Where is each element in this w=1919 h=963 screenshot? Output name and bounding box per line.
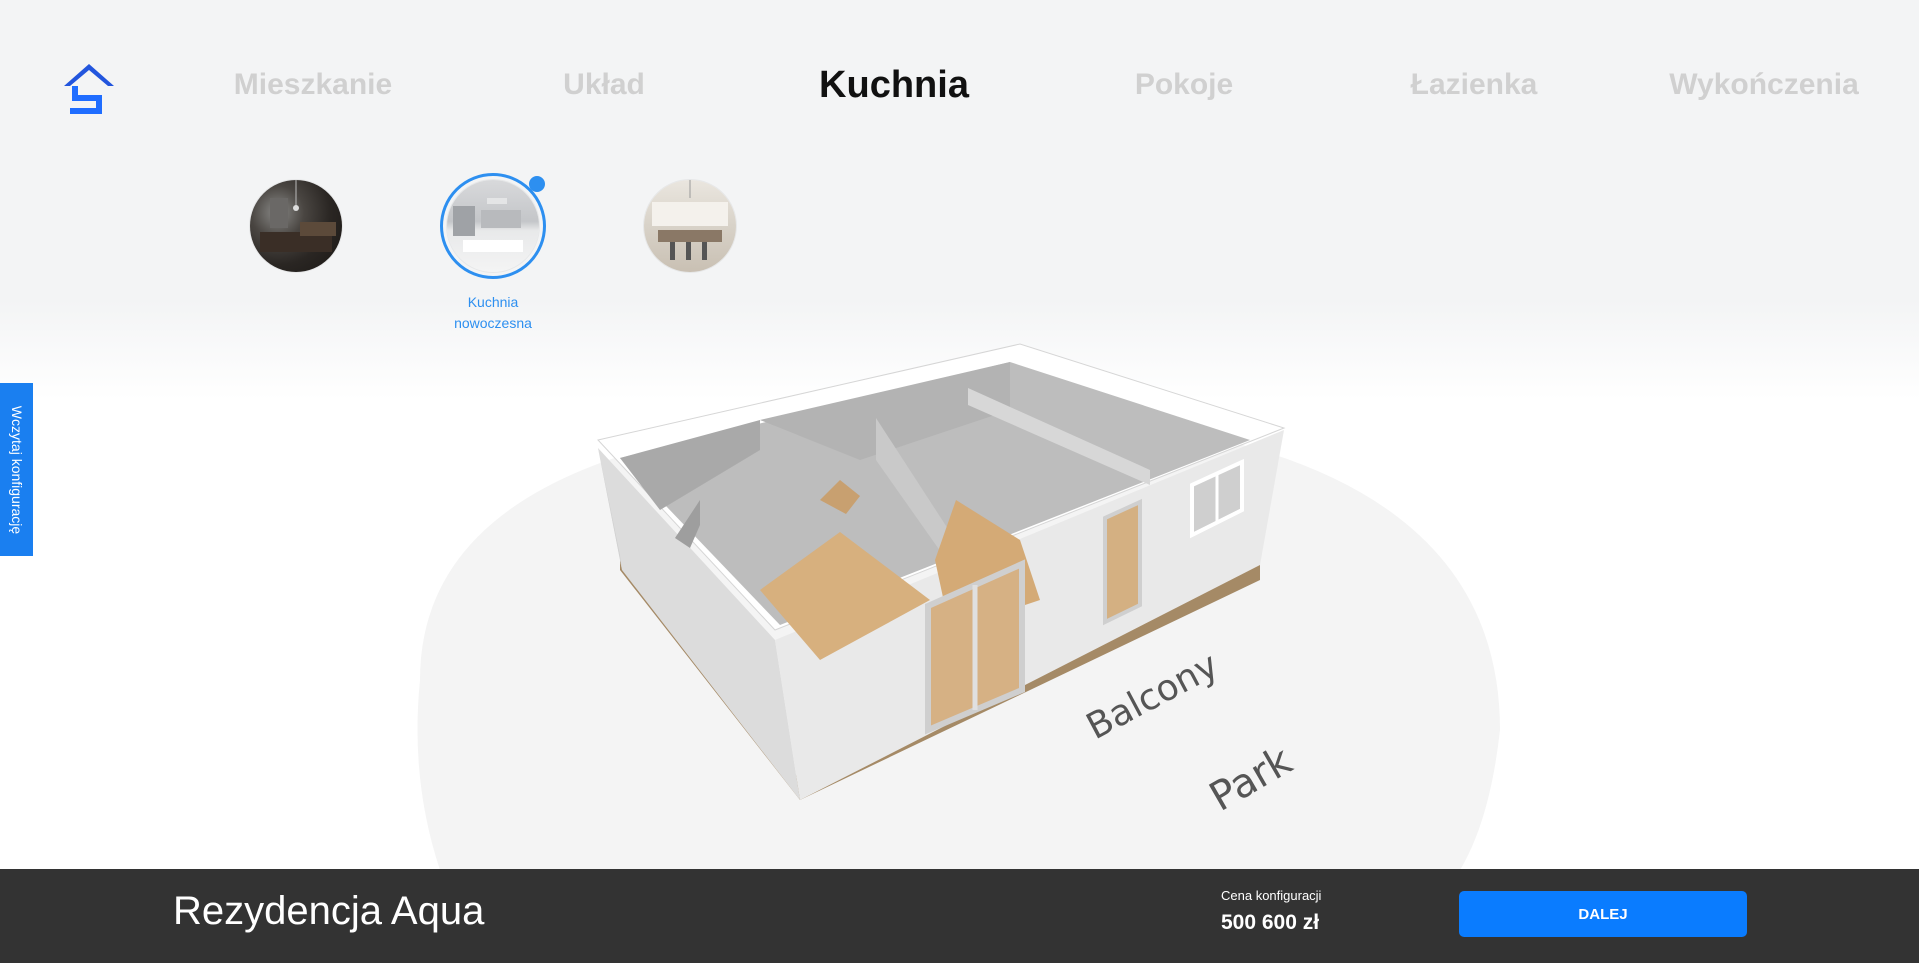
step-mieszkanie[interactable]: Mieszkanie [234,68,392,102]
apartment-3d-view[interactable]: Balcony Park [0,300,1919,870]
step-pokoje[interactable]: Pokoje [1135,68,1233,102]
kitchen-option-classic[interactable] [640,176,740,272]
room-door [1103,498,1142,626]
step-navigation: Mieszkanie Układ Kuchnia Pokoje Łazienka… [0,0,1919,180]
step-lazienka[interactable]: Łazienka [1411,68,1538,102]
next-button[interactable]: DALEJ [1459,891,1747,937]
kitchen-thumbnail-dark [250,180,342,272]
step-wykonczenia[interactable]: Wykończenia [1669,68,1859,102]
kitchen-option-dark[interactable] [246,176,346,272]
step-uklad[interactable]: Układ [563,68,645,102]
selected-indicator [529,176,545,192]
step-kuchnia[interactable]: Kuchnia [819,64,969,107]
project-name: Rezydencja Aqua [173,889,485,933]
kitchen-thumbnail-classic [644,180,736,272]
price-label: Cena konfiguracji [1221,888,1322,903]
footer-bar: Rezydencja Aqua Cena konfiguracji 500 60… [0,869,1919,963]
kitchen-thumbnail-modern [440,173,546,279]
price-value: 500 600 zł [1221,911,1320,934]
